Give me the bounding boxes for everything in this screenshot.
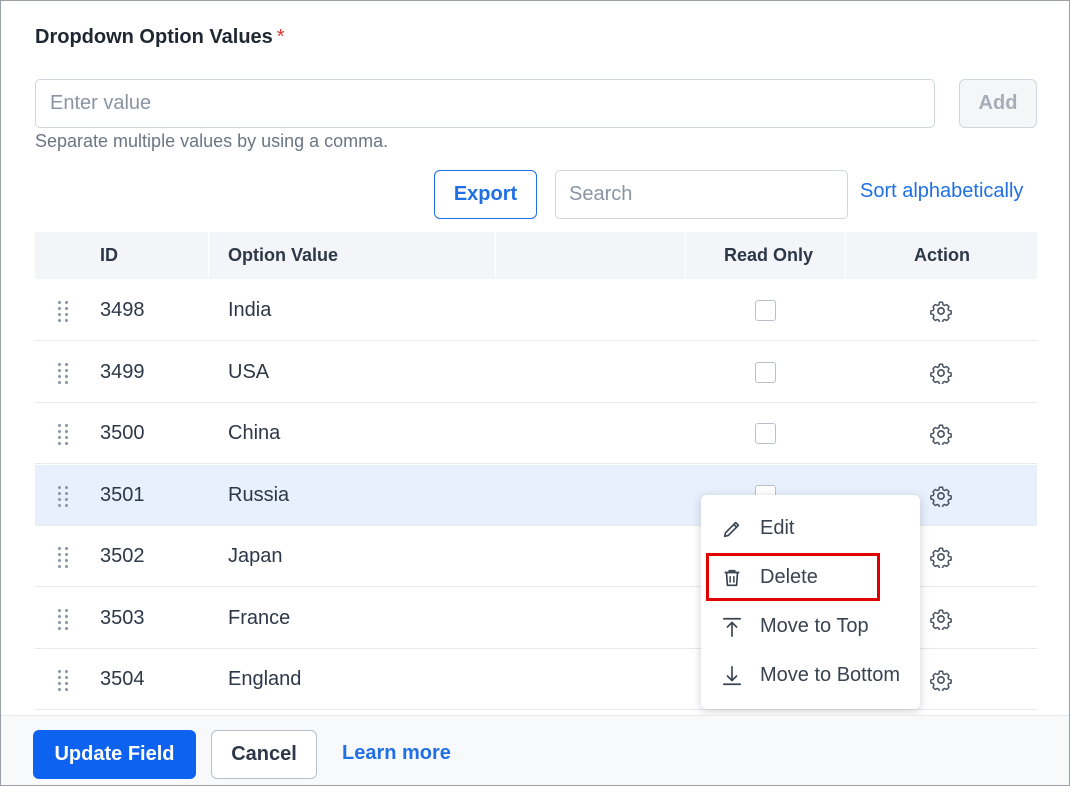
- row-option-value: England: [228, 668, 302, 690]
- gear-icon[interactable]: [930, 485, 952, 507]
- add-button[interactable]: Add: [959, 79, 1037, 128]
- header-action: Action: [914, 245, 970, 265]
- row-option-value: USA: [228, 360, 270, 383]
- menu-item-move-to-bottom[interactable]: Move to Bottom: [701, 651, 920, 700]
- read-only-checkbox[interactable]: [755, 423, 776, 444]
- update-field-button[interactable]: Update Field: [33, 730, 196, 779]
- pencil-icon: [723, 521, 740, 538]
- row-id: 3503: [100, 606, 145, 629]
- row-id: 3500: [100, 422, 145, 444]
- menu-item-label: Move to Bottom: [760, 664, 901, 686]
- gear-icon[interactable]: [930, 669, 952, 691]
- read-only-checkbox[interactable]: [755, 300, 776, 321]
- row-id: 3499: [100, 360, 145, 383]
- sort-alphabetically-link[interactable]: Sort alphabetically: [860, 180, 1023, 203]
- gear-icon[interactable]: [930, 423, 952, 445]
- header-divider: [685, 232, 686, 279]
- gear-icon[interactable]: [930, 546, 952, 568]
- row-option-value: France: [228, 606, 291, 629]
- required-marker: *: [276, 26, 285, 48]
- table-row: 3500 China: [35, 403, 1037, 464]
- arrow-down-to-line-icon: [722, 666, 742, 686]
- drag-handle-icon[interactable]: [57, 608, 71, 630]
- learn-more-link[interactable]: Learn more: [342, 742, 451, 765]
- header-id: ID: [100, 245, 118, 265]
- table-row: 3498 India: [35, 280, 1037, 341]
- gear-icon[interactable]: [930, 362, 952, 384]
- enter-value-input[interactable]: [35, 79, 935, 128]
- read-only-checkbox[interactable]: [755, 361, 776, 383]
- row-option-value: Japan: [228, 545, 283, 567]
- drag-handle-icon[interactable]: [57, 670, 71, 691]
- header-option-value: Option Value: [228, 245, 339, 265]
- arrow-up-to-line-icon: [722, 617, 742, 637]
- gear-icon[interactable]: [930, 608, 952, 630]
- drag-handle-icon[interactable]: [57, 301, 71, 322]
- row-id: 3498: [100, 299, 145, 321]
- search-input[interactable]: [555, 170, 848, 219]
- header-read-only: Read Only: [724, 245, 814, 265]
- section-title: Dropdown Option Values *: [35, 26, 285, 49]
- gear-icon[interactable]: [930, 300, 952, 322]
- input-hint: Separate multiple values by using a comm…: [35, 131, 389, 151]
- row-option-value: Russia: [228, 483, 290, 506]
- drag-handle-icon[interactable]: [57, 485, 71, 507]
- row-id: 3504: [100, 668, 145, 690]
- menu-item-label: Edit: [760, 517, 795, 539]
- row-option-value: China: [228, 422, 281, 444]
- delete-highlight-box: [706, 553, 880, 601]
- header-divider: [208, 232, 209, 279]
- row-option-value: India: [228, 299, 272, 321]
- table-header: ID Option Value Read Only Action: [35, 232, 1037, 279]
- row-id: 3501: [100, 483, 145, 506]
- cancel-button[interactable]: Cancel: [211, 730, 317, 779]
- dropdown-values-panel: Dropdown Option Values* Add Separate mul…: [0, 0, 1070, 786]
- header-divider: [495, 232, 496, 279]
- drag-handle-icon[interactable]: [57, 547, 71, 568]
- menu-item-label: Move to Top: [760, 615, 869, 637]
- menu-item-move-to-top[interactable]: Move to Top: [701, 602, 920, 651]
- section-title-text: Dropdown Option Values: [35, 26, 273, 48]
- table-row: 3499 USA: [35, 341, 1037, 403]
- drag-handle-icon[interactable]: [57, 424, 71, 445]
- export-button[interactable]: Export: [434, 170, 537, 219]
- drag-handle-icon[interactable]: [57, 362, 71, 384]
- row-action-menu: Edit Delete Move to Top Move to Bottom: [701, 495, 920, 709]
- header-divider: [845, 232, 846, 279]
- row-id: 3502: [100, 545, 145, 567]
- menu-item-edit[interactable]: Edit: [701, 504, 920, 553]
